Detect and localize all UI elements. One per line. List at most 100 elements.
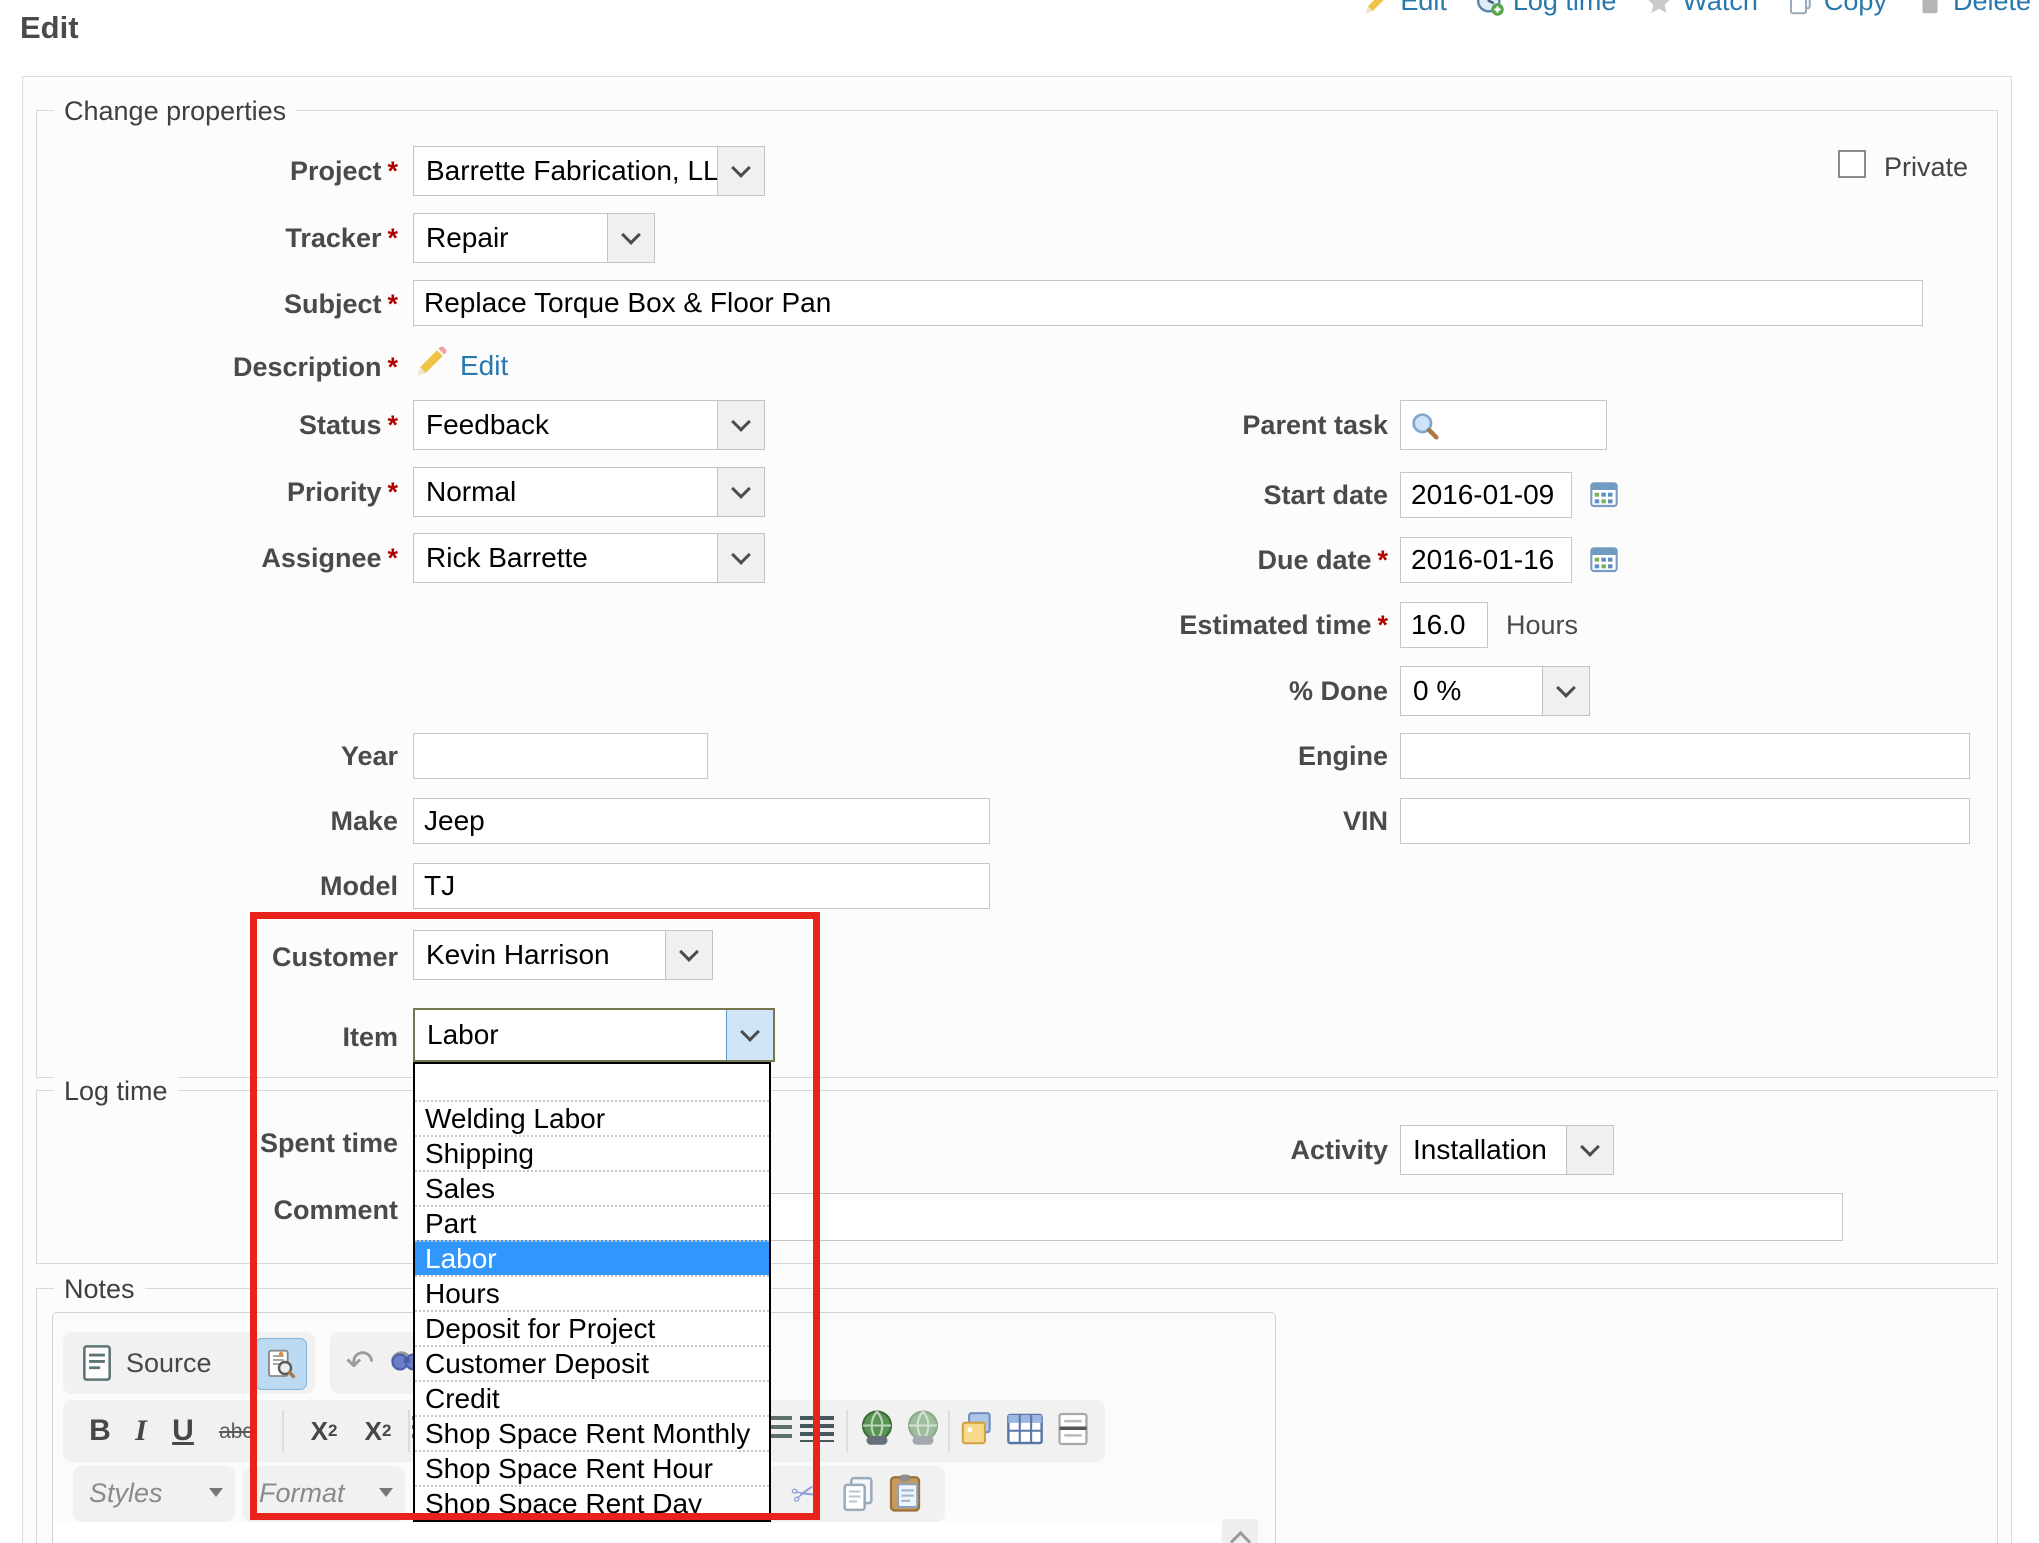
model-label: Model (40, 871, 398, 902)
subject-input[interactable] (413, 280, 1923, 326)
chevron-down-icon[interactable] (726, 1010, 773, 1060)
item-select[interactable]: Labor (413, 1008, 775, 1062)
dropdown-option[interactable]: Shop Space Rent Monthly (415, 1415, 769, 1450)
page-magnifier-icon (265, 1348, 297, 1380)
pencil-icon (413, 344, 449, 380)
caret-down-icon (379, 1488, 393, 1497)
due-date-input[interactable] (1400, 537, 1572, 583)
vin-input[interactable] (1400, 798, 1970, 844)
dropdown-option[interactable] (415, 1064, 769, 1100)
parent-task-input[interactable] (1400, 400, 1607, 450)
delete-action[interactable]: Delete (1915, 0, 2031, 17)
activity-label: Activity (1030, 1135, 1388, 1166)
superscript-icon[interactable]: X2 (352, 1408, 404, 1454)
chevron-down-icon[interactable] (665, 931, 712, 979)
dropdown-option[interactable]: Deposit for Project (415, 1310, 769, 1345)
dropdown-option[interactable]: Part (415, 1205, 769, 1240)
vin-label: VIN (1030, 806, 1388, 837)
clock-plus-icon (1475, 0, 1505, 17)
issue-edit-page: Edit Log time Watch Copy Delete Edit Cha… (0, 0, 2039, 1543)
description-edit-link[interactable]: Edit (460, 350, 508, 382)
dropdown-option[interactable]: Shipping (415, 1135, 769, 1170)
copy-action[interactable]: Copy (1786, 0, 1887, 17)
year-input[interactable] (413, 733, 708, 779)
subject-label: Subject* (40, 289, 398, 320)
priority-label: Priority* (40, 477, 398, 508)
justify-block-icon[interactable] (800, 1416, 834, 1442)
change-properties-legend: Change properties (54, 96, 296, 127)
dropdown-option[interactable]: Sales (415, 1170, 769, 1205)
table-icon[interactable] (1004, 1408, 1046, 1450)
dropdown-option[interactable]: Hours (415, 1275, 769, 1310)
chevron-down-icon[interactable] (607, 214, 654, 262)
image-icon[interactable] (958, 1408, 996, 1450)
engine-input[interactable] (1400, 733, 1970, 779)
chevron-down-icon[interactable] (717, 147, 764, 195)
dropdown-option[interactable]: Welding Labor (415, 1100, 769, 1135)
link-globe-icon[interactable] (856, 1406, 898, 1452)
priority-select[interactable]: Normal (413, 467, 765, 517)
paste-icon[interactable] (884, 1470, 926, 1516)
calendar-icon[interactable] (1588, 543, 1620, 575)
source-button[interactable]: Source (126, 1348, 212, 1379)
chevron-down-icon[interactable] (717, 534, 764, 582)
chevron-down-icon[interactable] (1542, 667, 1589, 715)
dropdown-option[interactable]: Shop Space Rent Hour (415, 1450, 769, 1485)
make-label: Make (40, 806, 398, 837)
customer-label: Customer (40, 942, 398, 973)
dropdown-option[interactable]: Shop Space Rent Day (415, 1485, 769, 1520)
start-date-input[interactable] (1400, 472, 1572, 518)
toolbar-collapse-button[interactable] (1222, 1519, 1258, 1543)
copy-icon[interactable] (838, 1472, 878, 1516)
log-time-action[interactable]: Log time (1475, 0, 1617, 17)
year-label: Year (40, 741, 398, 772)
activity-select[interactable]: Installation (1400, 1125, 1614, 1175)
toolbar-divider (282, 1410, 284, 1452)
model-input[interactable] (413, 863, 990, 909)
horizontal-rule-icon[interactable] (1054, 1408, 1092, 1450)
log-time-legend: Log time (54, 1076, 178, 1107)
project-label: Project* (40, 156, 398, 187)
edit-action[interactable]: Edit (1362, 0, 1447, 17)
percent-done-label: % Done (1030, 676, 1388, 707)
make-input[interactable] (413, 798, 990, 844)
spent-time-label: Spent time (40, 1128, 398, 1159)
copy-icon (1786, 0, 1816, 17)
dropdown-option[interactable]: Credit (415, 1380, 769, 1415)
dropdown-option-selected[interactable]: Labor (415, 1240, 769, 1275)
assignee-select[interactable]: Rick Barrette (413, 533, 765, 583)
status-select[interactable]: Feedback (413, 400, 765, 450)
chevron-down-icon[interactable] (1566, 1126, 1613, 1174)
undo-icon[interactable]: ↶ (340, 1338, 380, 1388)
watch-action[interactable]: Watch (1644, 0, 1758, 17)
preview-icon[interactable] (255, 1338, 307, 1390)
estimated-time-input[interactable] (1400, 602, 1488, 648)
subscript-icon[interactable]: X2 (298, 1408, 350, 1454)
issue-action-bar: Edit Log time Watch Copy Delete (1362, 0, 2031, 17)
chevron-down-icon[interactable] (717, 401, 764, 449)
italic-icon[interactable]: I (126, 1408, 156, 1454)
notes-content-area[interactable] (53, 1522, 1221, 1543)
calendar-icon[interactable] (1588, 478, 1620, 510)
estimated-time-suffix: Hours (1506, 610, 1578, 641)
tracker-select[interactable]: Repair (413, 213, 655, 263)
styles-dropdown[interactable]: Styles (73, 1466, 235, 1522)
toolbar-divider (408, 1410, 410, 1452)
private-checkbox[interactable] (1838, 150, 1866, 178)
toolbar-divider (846, 1410, 848, 1452)
percent-done-select[interactable]: 0 % (1400, 666, 1590, 716)
unlink-globe-icon[interactable] (902, 1406, 944, 1452)
toolbar-divider (948, 1410, 950, 1452)
underline-icon[interactable]: U (164, 1408, 202, 1454)
dropdown-option[interactable]: Customer Deposit (415, 1345, 769, 1380)
strikethrough-icon[interactable]: abc (210, 1412, 262, 1452)
project-select[interactable]: Barrette Fabrication, LLC (413, 146, 765, 196)
format-dropdown[interactable]: Format (243, 1466, 405, 1522)
bold-icon[interactable]: B (82, 1408, 118, 1454)
private-label: Private (1884, 152, 1968, 183)
customer-select[interactable]: Kevin Harrison (413, 930, 713, 980)
due-date-label: Due date* (1030, 545, 1388, 576)
chevron-up-icon (1229, 1531, 1250, 1543)
source-document-icon[interactable] (80, 1344, 114, 1382)
chevron-down-icon[interactable] (717, 468, 764, 516)
